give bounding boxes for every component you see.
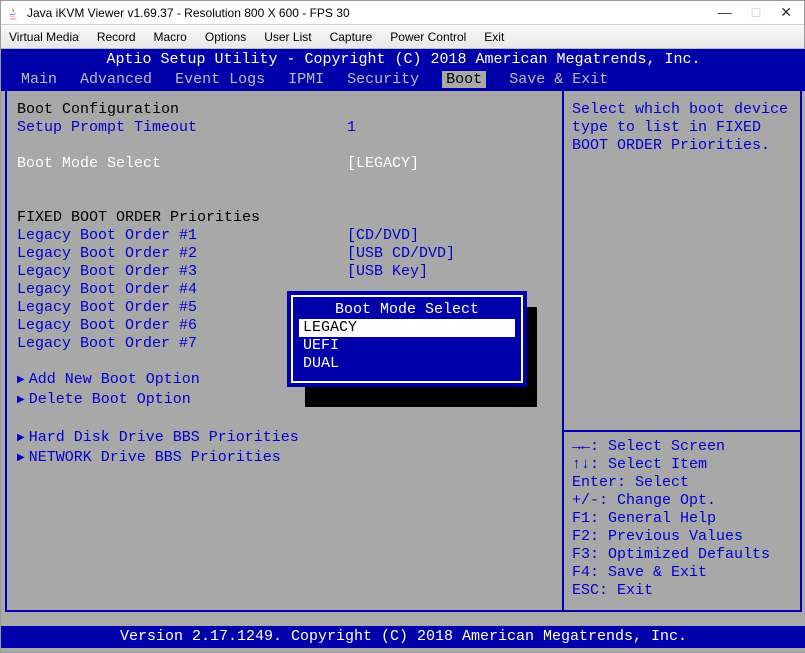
menu-macro[interactable]: Macro [154,30,187,44]
tab-save-exit[interactable]: Save & Exit [509,71,608,88]
row-boot-order-2[interactable]: Legacy Boot Order #2[USB CD/DVD] [17,245,554,263]
popup-option-uefi[interactable]: UEFI [299,337,515,355]
tab-ipmi[interactable]: IPMI [288,71,324,88]
bios-header: Aptio Setup Utility - Copyright (C) 2018… [1,49,805,71]
tab-main[interactable]: Main [21,71,57,88]
menu-exit[interactable]: Exit [484,30,504,44]
menu-user-list[interactable]: User List [264,30,311,44]
help-key-f3: F3: Optimized Defaults [572,546,792,564]
tab-boot[interactable]: Boot [442,71,486,88]
help-key-enter: Enter: Select [572,474,792,492]
window-controls: — □ ✕ [718,4,800,21]
section-fixed-boot-order: FIXED BOOT ORDER Priorities [17,209,554,227]
bios-main-panel: Boot Configuration Setup Prompt Timeout … [7,91,562,610]
value-setup-prompt: 1 [347,119,356,137]
popup-option-legacy[interactable]: LEGACY [299,319,515,337]
tab-event-logs[interactable]: Event Logs [175,71,265,88]
bios-tabs: Main Advanced Event Logs IPMI Security B… [1,71,805,91]
window-titlebar: Java iKVM Viewer v1.69.37 - Resolution 8… [1,1,804,25]
section-boot-configuration: Boot Configuration [17,101,554,119]
menu-capture[interactable]: Capture [330,30,373,44]
help-key-f4: F4: Save & Exit [572,564,792,582]
row-boot-order-1[interactable]: Legacy Boot Order #1[CD/DVD] [17,227,554,245]
popup-option-dual[interactable]: DUAL [299,355,515,373]
row-setup-prompt[interactable]: Setup Prompt Timeout 1 [17,119,554,137]
action-network-bbs[interactable]: NETWORK Drive BBS Priorities [17,449,554,469]
help-description: Select which boot device type to list in… [572,101,792,155]
window-title: Java iKVM Viewer v1.69.37 - Resolution 8… [27,6,718,20]
label-setup-prompt: Setup Prompt Timeout [17,119,347,137]
bios-help-panel: Select which boot device type to list in… [562,91,800,610]
help-separator [564,430,800,432]
tab-advanced[interactable]: Advanced [80,71,152,88]
value-boot-mode: [LEGACY] [347,155,419,173]
tab-security[interactable]: Security [347,71,419,88]
menu-record[interactable]: Record [97,30,136,44]
minimize-button[interactable]: — [718,4,732,21]
action-hdd-bbs[interactable]: Hard Disk Drive BBS Priorities [17,429,554,449]
bios-body: Boot Configuration Setup Prompt Timeout … [5,91,802,612]
help-key-select-screen: →←: Select Screen [572,438,792,456]
row-boot-order-3[interactable]: Legacy Boot Order #3[USB Key] [17,263,554,281]
close-button[interactable]: ✕ [780,4,792,21]
java-icon [5,5,21,21]
popup-title: Boot Mode Select [329,301,485,319]
label-boot-mode: Boot Mode Select [17,155,347,173]
menu-options[interactable]: Options [205,30,246,44]
help-key-select-item: ↑↓: Select Item [572,456,792,474]
help-key-f1: F1: General Help [572,510,792,528]
bios-footer: Version 2.17.1249. Copyright (C) 2018 Am… [1,626,805,648]
menu-virtual-media[interactable]: Virtual Media [9,30,79,44]
help-key-change: +/-: Change Opt. [572,492,792,510]
menu-power-control[interactable]: Power Control [390,30,466,44]
popup-boot-mode-select: Boot Mode Select LEGACY UEFI DUAL [291,295,523,383]
bios-screen: Aptio Setup Utility - Copyright (C) 2018… [1,49,805,652]
menubar: Virtual Media Record Macro Options User … [1,25,804,49]
help-keys: →←: Select Screen ↑↓: Select Item Enter:… [572,438,792,600]
help-key-esc: ESC: Exit [572,582,792,600]
row-boot-mode[interactable]: Boot Mode Select [LEGACY] [17,155,554,173]
help-key-f2: F2: Previous Values [572,528,792,546]
maximize-button[interactable]: □ [752,4,760,21]
